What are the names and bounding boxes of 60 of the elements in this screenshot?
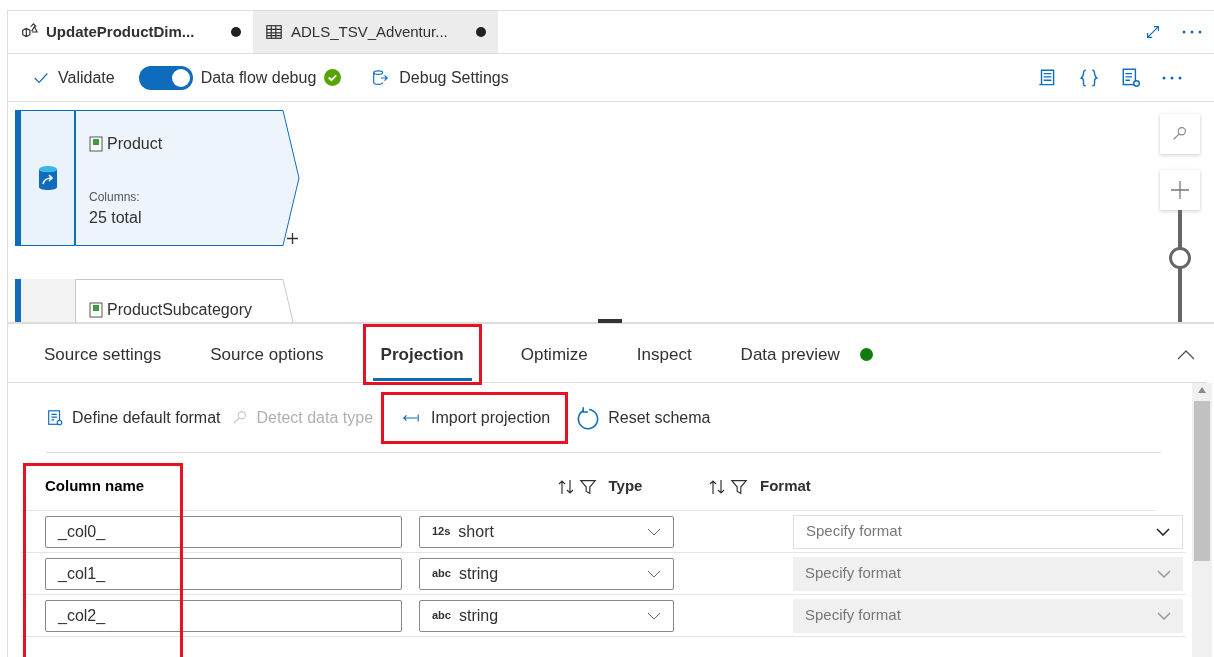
validate-button[interactable]: Validate bbox=[58, 65, 115, 90]
zoom-slider[interactable] bbox=[1169, 210, 1191, 322]
add-icon[interactable] bbox=[287, 233, 298, 244]
more-icon[interactable] bbox=[1182, 30, 1202, 34]
column-header: Type bbox=[608, 476, 643, 497]
node-title: ProductSubcategory bbox=[107, 300, 252, 320]
chevron-down-icon bbox=[1156, 527, 1170, 536]
sort-icon[interactable] bbox=[708, 478, 726, 495]
file-icon bbox=[89, 302, 103, 318]
search-icon bbox=[1171, 125, 1189, 143]
more-icon[interactable] bbox=[1162, 75, 1182, 80]
tab-label: UpdateProductDim... bbox=[46, 21, 195, 42]
refresh-icon bbox=[576, 405, 601, 430]
column-header: Column name bbox=[45, 477, 145, 495]
type-dropdown[interactable]: abc string bbox=[419, 557, 674, 590]
format-dropdown[interactable]: Specify format bbox=[793, 514, 1183, 549]
tab-label: ADLS_TSV_Adventur... bbox=[291, 21, 448, 42]
sort-icon[interactable] bbox=[556, 478, 575, 495]
type-dropdown[interactable]: abc string bbox=[419, 599, 674, 632]
database-icon bbox=[36, 165, 59, 191]
toolbar-action[interactable]: Define default format bbox=[46, 397, 221, 438]
collapse-icon[interactable] bbox=[1177, 349, 1195, 360]
list-gear-icon bbox=[1120, 66, 1142, 89]
panel-tab[interactable]: Inspect bbox=[628, 329, 700, 380]
debug-label: Data flow debug bbox=[200, 67, 317, 88]
zoom-in-button[interactable] bbox=[1160, 170, 1200, 210]
scroll-up-icon[interactable] bbox=[1198, 387, 1206, 393]
columns-count: 25 total bbox=[89, 208, 143, 228]
filter-icon bbox=[578, 477, 597, 496]
column-header: Format bbox=[760, 476, 811, 497]
chevron-down-icon bbox=[1157, 569, 1171, 578]
node-title: Product bbox=[107, 134, 163, 154]
plus-icon bbox=[1170, 180, 1190, 200]
toolbar-action[interactable]: Import projection bbox=[383, 393, 567, 442]
file-icon bbox=[89, 136, 103, 152]
resize-handle[interactable] bbox=[598, 319, 622, 323]
chevron-down-icon bbox=[1157, 611, 1171, 620]
debug-settings-button[interactable]: Debug Settings bbox=[399, 65, 509, 90]
scrollbar[interactable] bbox=[1192, 383, 1212, 657]
column-name-field[interactable]: _col2_ bbox=[45, 599, 402, 632]
panel-tab[interactable]: Projection bbox=[364, 325, 480, 384]
panel-tab[interactable]: Source settings bbox=[36, 329, 170, 380]
panel-tab[interactable]: Optimize bbox=[512, 329, 596, 380]
table-icon bbox=[265, 23, 283, 41]
chevron-down-icon bbox=[647, 611, 661, 620]
chevron-down-icon bbox=[647, 527, 661, 536]
panel-tab[interactable]: Data preview bbox=[732, 329, 848, 380]
debug-toggle[interactable] bbox=[138, 65, 193, 90]
toolbar-action[interactable]: Reset schema bbox=[576, 397, 711, 438]
expand-icon bbox=[1144, 23, 1162, 41]
editor-tab[interactable]: ADLS_TSV_Adventur... bbox=[253, 11, 498, 53]
panel-tab[interactable]: Source options bbox=[202, 329, 332, 380]
type-dropdown[interactable]: 12s short bbox=[419, 515, 674, 548]
filter-icon bbox=[730, 477, 748, 496]
chevron-down-icon bbox=[647, 569, 661, 578]
list-gear-icon bbox=[46, 408, 64, 427]
column-name-field[interactable]: _col1_ bbox=[45, 557, 402, 590]
column-name-field[interactable]: _col0_ bbox=[45, 515, 402, 548]
columns-label: Columns: bbox=[89, 189, 141, 206]
source-node[interactable]: Product Columns: 25 total bbox=[75, 110, 300, 246]
